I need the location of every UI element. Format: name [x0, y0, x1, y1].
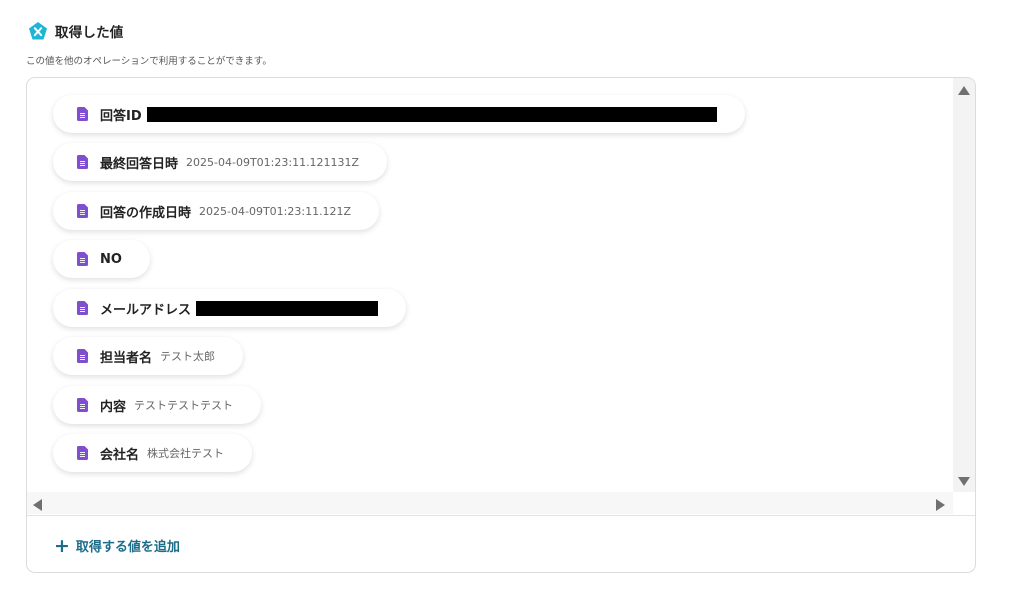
google-forms-icon [77, 301, 88, 315]
value-item-created-time[interactable]: 回答の作成日時 2025-04-09T01:23:11.121Z [53, 192, 380, 230]
value-item-label: 会社名 [100, 447, 140, 463]
redacted-value [146, 106, 717, 122]
google-forms-icon [77, 446, 88, 460]
value-item-value: テストテストテスト [134, 399, 234, 412]
section-header: 取得した値 [28, 21, 124, 41]
section-subtitle: この値を他のオペレーションで利用することができます。 [26, 56, 272, 67]
scroll-right-arrow-icon[interactable] [936, 499, 945, 511]
value-item-no[interactable]: NO [53, 240, 150, 278]
horizontal-scrollbar[interactable] [27, 492, 953, 514]
add-value-label: 取得する値を追加 [75, 540, 180, 555]
value-item-value: 株式会社テスト [147, 447, 225, 460]
value-item-company-name[interactable]: 会社名 株式会社テスト [53, 434, 253, 472]
scroll-up-arrow-icon[interactable] [958, 86, 970, 95]
value-item-person-in-charge[interactable]: 担当者名 テスト太郎 [53, 337, 244, 375]
value-item-label: 内容 [100, 399, 127, 415]
value-item-value: 2025-04-09T01:23:11.121131Z [186, 155, 360, 169]
value-item-content[interactable]: 内容 テストテストテスト [53, 386, 262, 424]
google-forms-icon [77, 107, 88, 121]
google-forms-icon [77, 204, 88, 218]
values-scroll-area[interactable]: 回答ID 最終回答日時 2025-04-09T01:23:11.121131Z … [27, 78, 975, 516]
scroll-left-arrow-icon[interactable] [33, 499, 42, 511]
value-item-label: 回答ID [100, 108, 142, 124]
google-forms-icon [77, 155, 88, 169]
scroll-down-arrow-icon[interactable] [958, 477, 970, 486]
value-item-label: 回答の作成日時 [100, 205, 192, 221]
value-item-label: 最終回答日時 [100, 156, 179, 172]
redacted-value [196, 300, 379, 316]
value-item-label: メールアドレス [100, 302, 192, 318]
value-item-label: 担当者名 [100, 350, 153, 366]
section-title: 取得した値 [55, 25, 124, 41]
google-forms-icon [77, 349, 88, 363]
add-value-button[interactable]: + 取得する値を追加 [54, 536, 180, 555]
google-forms-icon [77, 252, 88, 266]
value-item-value: 2025-04-09T01:23:11.121Z [199, 204, 352, 218]
panel-divider [27, 515, 975, 516]
value-item-email[interactable]: メールアドレス [53, 289, 407, 327]
value-item-response-id[interactable]: 回答ID [53, 95, 745, 133]
plus-icon: + [54, 534, 70, 557]
value-item-value: テスト太郎 [160, 350, 216, 363]
vertical-scrollbar[interactable] [953, 78, 975, 492]
values-panel: 回答ID 最終回答日時 2025-04-09T01:23:11.121131Z … [26, 77, 976, 573]
value-item-label: NO [100, 251, 122, 267]
value-item-last-response-time[interactable]: 最終回答日時 2025-04-09T01:23:11.121131Z [53, 143, 388, 181]
google-forms-icon [77, 398, 88, 412]
pentagon-x-icon [29, 22, 47, 40]
